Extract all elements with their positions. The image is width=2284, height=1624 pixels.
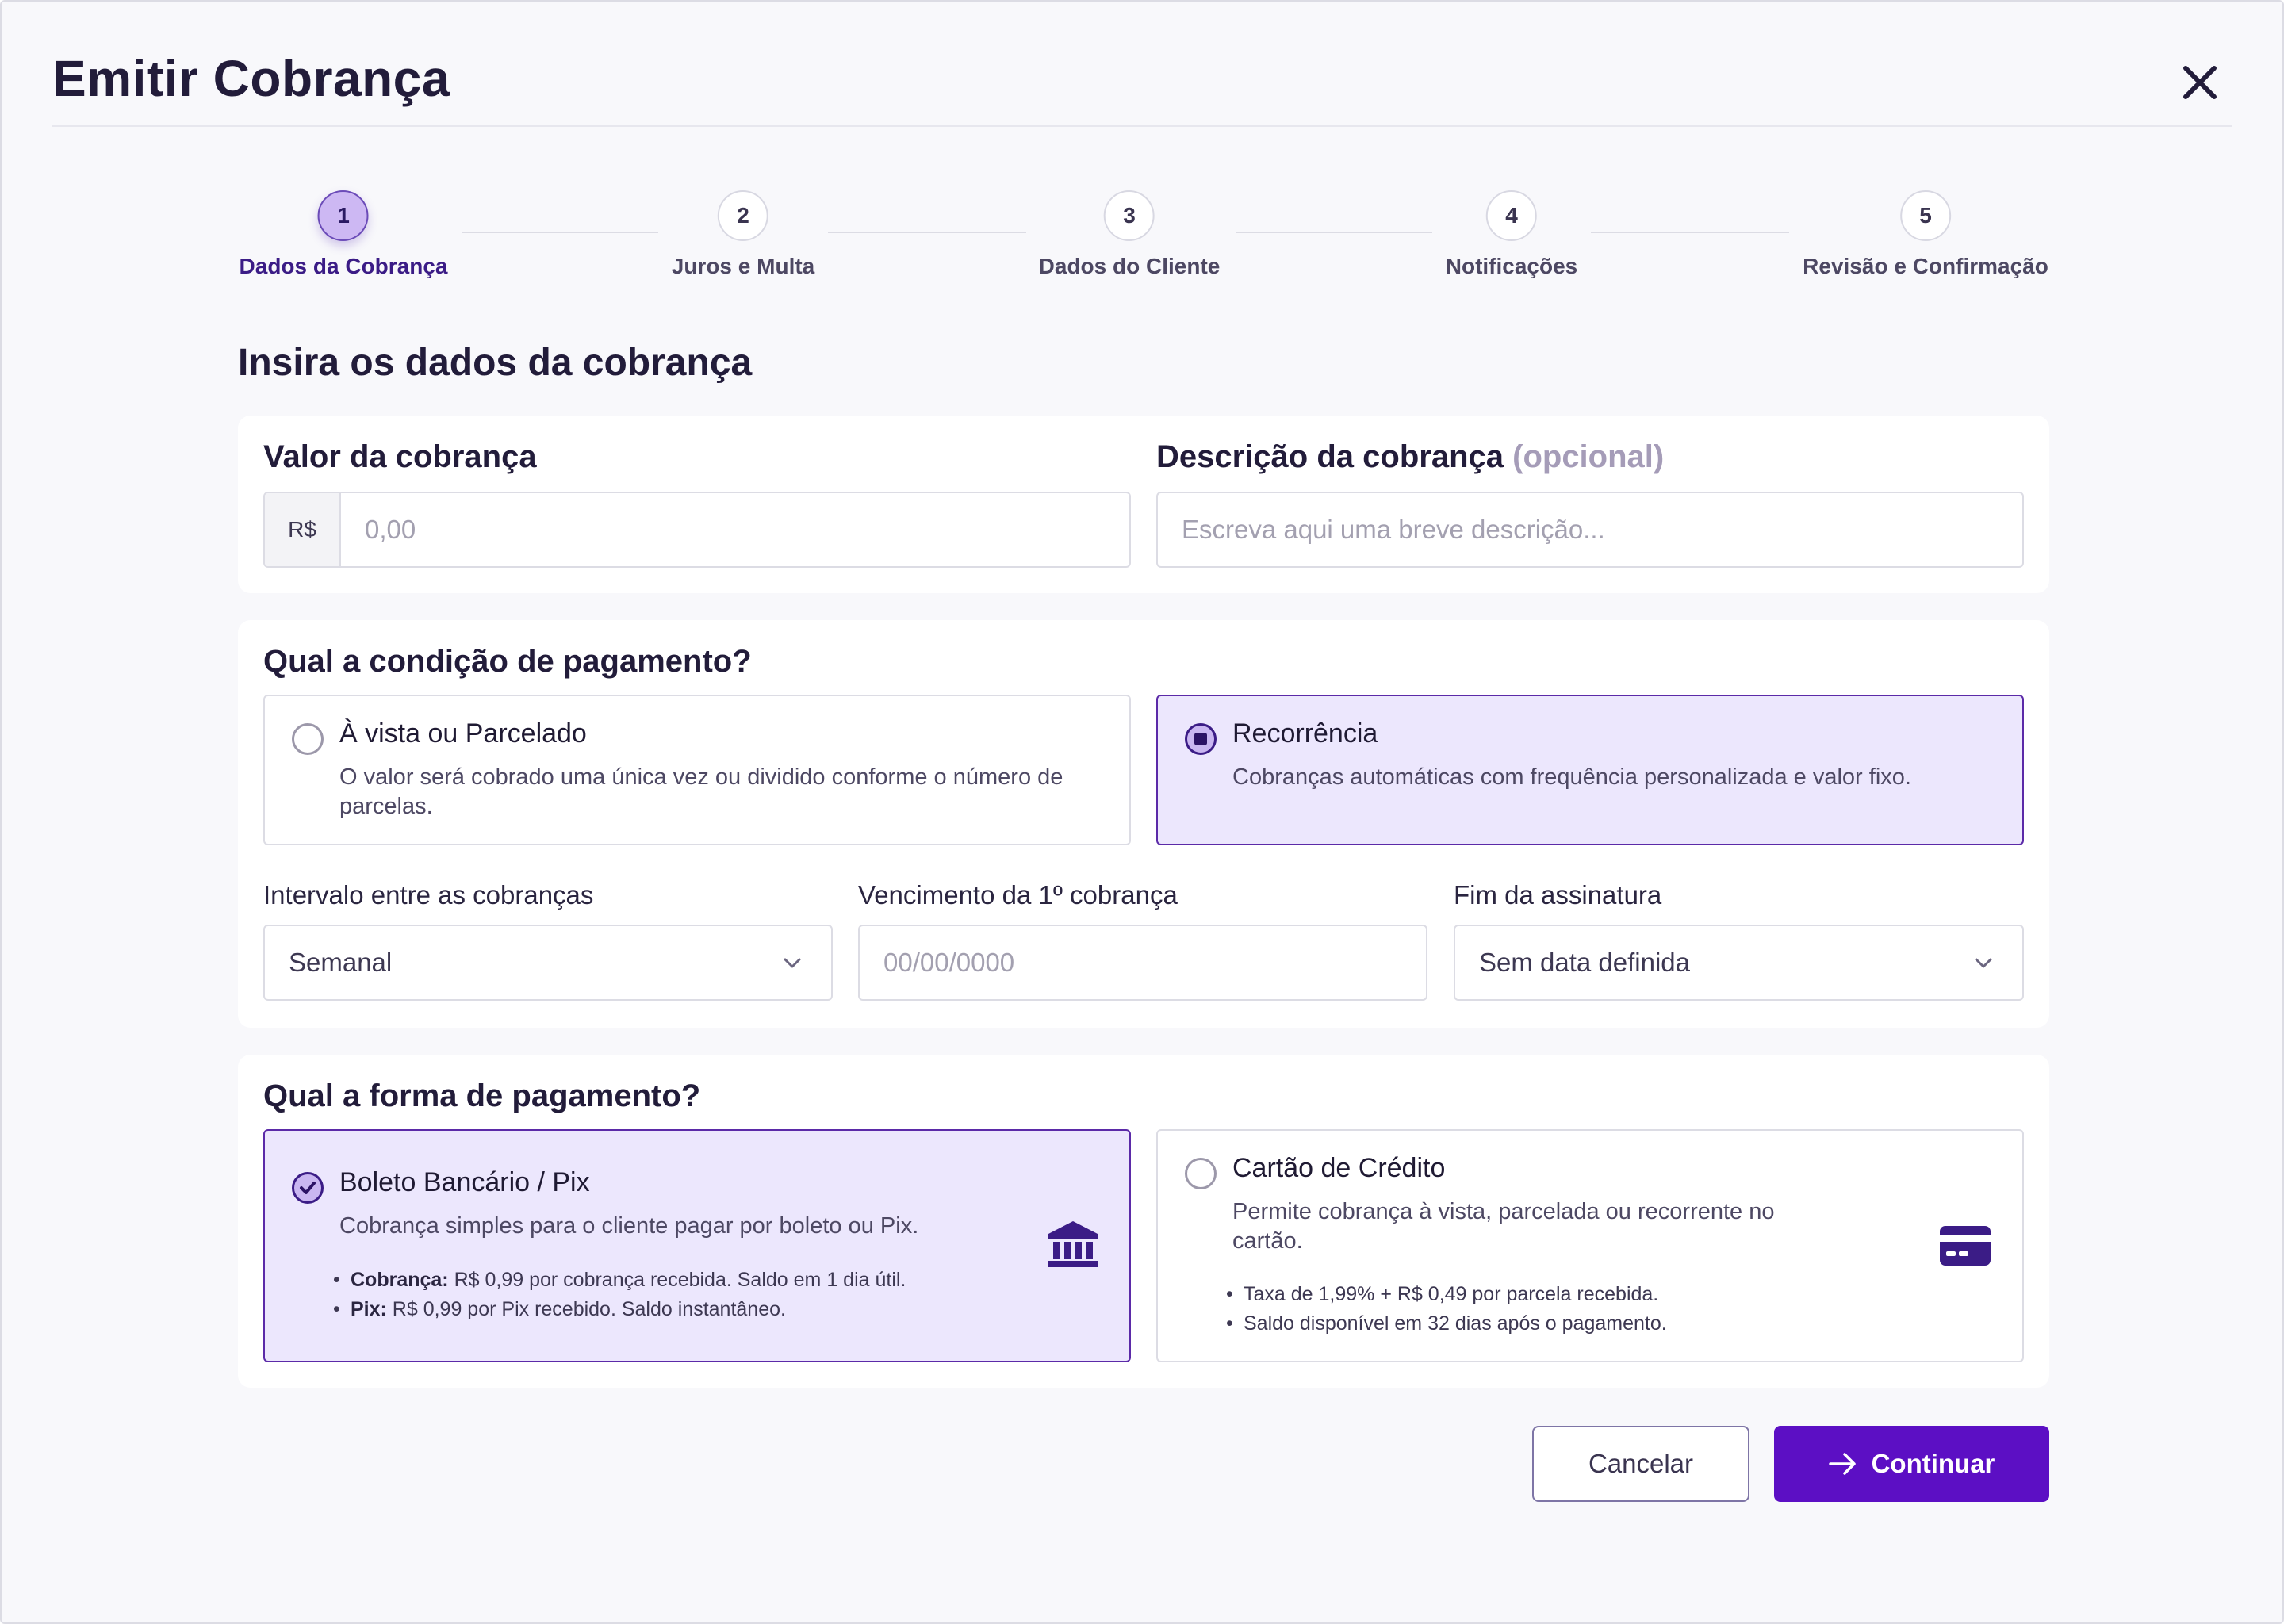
subscription-end-value: Sem data definida: [1479, 948, 1691, 977]
payment-method-card: Qual a forma de pagamento? Boleto Bancár…: [238, 1055, 2049, 1388]
charge-description-label-text: Descrição da cobrança: [1156, 439, 1504, 474]
fee-item: Saldo disponível em 32 dias após o pagam…: [1244, 1309, 1667, 1339]
option-description: O valor será cobrado uma única vez ou di…: [339, 764, 1063, 819]
charge-description-placeholder: Escreva aqui uma breve descrição...: [1182, 515, 1605, 544]
chevron-down-icon: [784, 958, 801, 968]
step-label: Revisão e Confirmação: [1803, 254, 2048, 278]
option-cartao-credito[interactable]: Cartão de Crédito Permite cobrança à vis…: [1156, 1129, 2024, 1362]
step-label: Notificações: [1445, 254, 1578, 278]
subscription-end-select[interactable]: Sem data definida: [1454, 925, 2024, 1001]
option-boleto-pix[interactable]: Boleto Bancário / Pix Cobrança simples p…: [263, 1129, 1131, 1362]
step-dados-cliente[interactable]: 3 Dados do Cliente: [1038, 190, 1221, 279]
option-recorrencia[interactable]: Recorrência Cobranças automáticas com fr…: [1156, 695, 2024, 845]
cancel-button[interactable]: Cancelar: [1532, 1426, 1749, 1502]
step-connector: [1591, 232, 1789, 233]
charge-details-card: Valor da cobrança R$ 0,00 Descrição da c…: [238, 416, 2049, 593]
charge-value-placeholder: 0,00: [365, 515, 416, 544]
charge-description-input[interactable]: Escreva aqui uma breve descrição...: [1156, 492, 2024, 568]
continue-label: Continuar: [1871, 1449, 1995, 1478]
optional-tag: (opcional): [1512, 439, 1665, 474]
charge-description-label: Descrição da cobrança (opcional): [1156, 439, 1664, 475]
step-revisao-confirmacao[interactable]: 5 Revisão e Confirmação: [1803, 190, 2048, 279]
fee-item: Taxa de 1,99% + R$ 0,49 por parcela rece…: [1244, 1280, 1667, 1309]
step-label: Juros e Multa: [671, 254, 815, 278]
modal-header: Emitir Cobrança: [52, 2, 2232, 127]
subscription-end-label: Fim da assinatura: [1454, 880, 1662, 910]
fee-item-text: R$ 0,99 por cobrança recebida. Saldo em …: [448, 1269, 906, 1291]
close-button[interactable]: [2178, 60, 2222, 105]
step-number: 2: [717, 190, 768, 241]
step-connector: [1236, 232, 1432, 233]
fee-item: Cobrança: R$ 0,99 por cobrança recebida.…: [351, 1266, 906, 1295]
step-notificacoes[interactable]: 4 Notificações: [1445, 190, 1578, 279]
credit-card-icon: [1940, 1226, 1991, 1266]
fee-list: Taxa de 1,99% + R$ 0,49 por parcela rece…: [1244, 1280, 1667, 1339]
option-title: Cartão de Crédito: [1232, 1153, 1446, 1183]
continue-button[interactable]: Continuar: [1774, 1426, 2049, 1502]
first-due-label: Vencimento da 1º cobrança: [858, 880, 1178, 910]
radio-recorrencia[interactable]: [1185, 723, 1217, 755]
fee-item-label: Cobrança:: [351, 1269, 449, 1291]
option-description: Cobrança simples para o cliente pagar po…: [339, 1213, 919, 1239]
currency-prefix: R$: [265, 493, 341, 566]
first-due-placeholder: 00/00/0000: [883, 948, 1015, 977]
fee-item-text: R$ 0,99 por Pix recebido. Saldo instantâ…: [386, 1298, 786, 1320]
step-label: Dados do Cliente: [1038, 254, 1221, 278]
option-avista-parcelado[interactable]: À vista ou Parcelado O valor será cobrad…: [263, 695, 1131, 845]
interval-select[interactable]: Semanal: [263, 925, 833, 1001]
checkmark-icon: [300, 1182, 316, 1194]
option-title: À vista ou Parcelado: [339, 718, 587, 749]
arrow-right-icon: [1828, 1453, 1856, 1475]
bank-icon: [1048, 1221, 1098, 1267]
option-description: Cobranças automáticas com frequência per…: [1232, 764, 1911, 790]
step-juros-multa[interactable]: 2 Juros e Multa: [672, 190, 814, 279]
payment-method-heading: Qual a forma de pagamento?: [263, 1078, 701, 1113]
step-number: 4: [1486, 190, 1537, 241]
page-title: Emitir Cobrança: [52, 50, 450, 107]
fee-item: Pix: R$ 0,99 por Pix recebido. Saldo ins…: [351, 1295, 906, 1324]
step-number: 3: [1103, 190, 1155, 241]
fee-item-label: Pix:: [351, 1298, 387, 1320]
step-number: 5: [1899, 190, 1951, 241]
radio-cartao-credito[interactable]: [1185, 1158, 1217, 1189]
interval-value: Semanal: [289, 948, 393, 977]
step-dados-cobranca[interactable]: 1 Dados da Cobrança: [239, 190, 448, 279]
step-connector: [462, 232, 658, 233]
first-due-input[interactable]: 00/00/0000: [858, 925, 1428, 1001]
payment-condition-card: Qual a condição de pagamento? À vista ou…: [238, 620, 2049, 1028]
interval-label: Intervalo entre as cobranças: [263, 880, 594, 910]
option-title: Recorrência: [1232, 718, 1378, 749]
option-description: Permite cobrança à vista, parcelada ou r…: [1232, 1199, 1775, 1254]
charge-value-input[interactable]: R$ 0,00: [263, 492, 1131, 568]
step-label: Dados da Cobrança: [239, 254, 448, 278]
charge-value-label: Valor da cobrança: [263, 439, 537, 474]
section-heading: Insira os dados da cobrança: [238, 342, 753, 384]
radio-boleto-pix[interactable]: [292, 1172, 324, 1204]
fee-list: Cobrança: R$ 0,99 por cobrança recebida.…: [351, 1266, 906, 1324]
radio-avista-parcelado[interactable]: [292, 723, 324, 755]
step-connector: [828, 232, 1026, 233]
payment-condition-heading: Qual a condição de pagamento?: [263, 644, 752, 679]
emit-charge-modal: Emitir Cobrança 1 Dados da Cobrança 2 Ju…: [0, 0, 2284, 1624]
stepper: 1 Dados da Cobrança 2 Juros e Multa 3 Da…: [238, 190, 2049, 285]
close-icon: [2183, 66, 2217, 99]
option-title: Boleto Bancário / Pix: [339, 1167, 590, 1197]
chevron-down-icon: [1975, 958, 1992, 968]
step-number: 1: [317, 190, 369, 241]
